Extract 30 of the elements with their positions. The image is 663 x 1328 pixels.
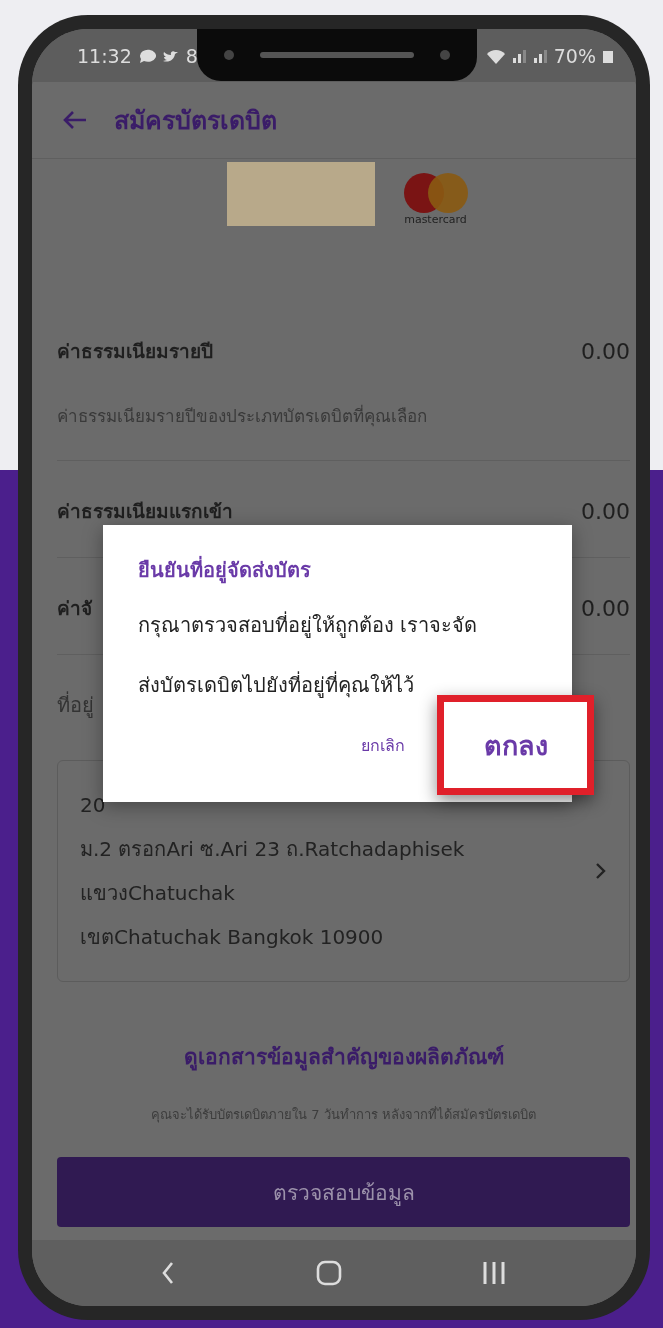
address-line: 20 — [80, 792, 107, 819]
address-label: ที่อยู่ — [57, 690, 95, 720]
bird-icon — [161, 48, 180, 63]
dialog-title: ยืนยันที่อยู่จัดส่งบัตร — [138, 555, 312, 585]
ok-button[interactable]: ตกลง — [437, 695, 594, 795]
check-info-button[interactable]: ตรวจสอบข้อมูล — [57, 1157, 630, 1227]
chat-bubble-icon — [137, 47, 156, 64]
back-icon[interactable] — [162, 1261, 176, 1285]
page-title: สมัครบัตรเดบิต — [114, 105, 277, 137]
logo-text: mastercard — [404, 213, 467, 226]
back-arrow-icon[interactable] — [62, 109, 88, 131]
home-icon[interactable] — [316, 1260, 342, 1286]
signal-icon — [511, 47, 527, 64]
fee-label: ค่าธรรมเนียมแรกเข้า — [57, 499, 233, 524]
address-line: ม.2 ตรอกAri ซ.Ari 23 ถ.Ratchadaphisek — [80, 836, 465, 863]
fee-label: ค่าธรรมเนียมรายปี — [57, 339, 213, 364]
status-time: 11:32 — [77, 44, 132, 67]
address-line: แขวงChatuchak — [80, 880, 236, 907]
recent-apps-icon[interactable] — [482, 1260, 506, 1286]
earpiece-camera-icon — [222, 48, 452, 62]
battery-percent: 70% — [553, 44, 596, 67]
fee-amount: 0.00 — [581, 595, 630, 621]
fee-label: ค่าจั — [57, 596, 92, 621]
address-line: เขตChatuchak Bangkok 10900 — [80, 924, 385, 951]
fee-amount: 0.00 — [581, 338, 630, 364]
fee-amount: 0.00 — [581, 498, 630, 524]
chevron-right-icon — [595, 862, 607, 880]
notification-count: 8 — [185, 44, 198, 67]
signal-icon — [532, 47, 548, 64]
wifi-icon — [485, 47, 506, 64]
